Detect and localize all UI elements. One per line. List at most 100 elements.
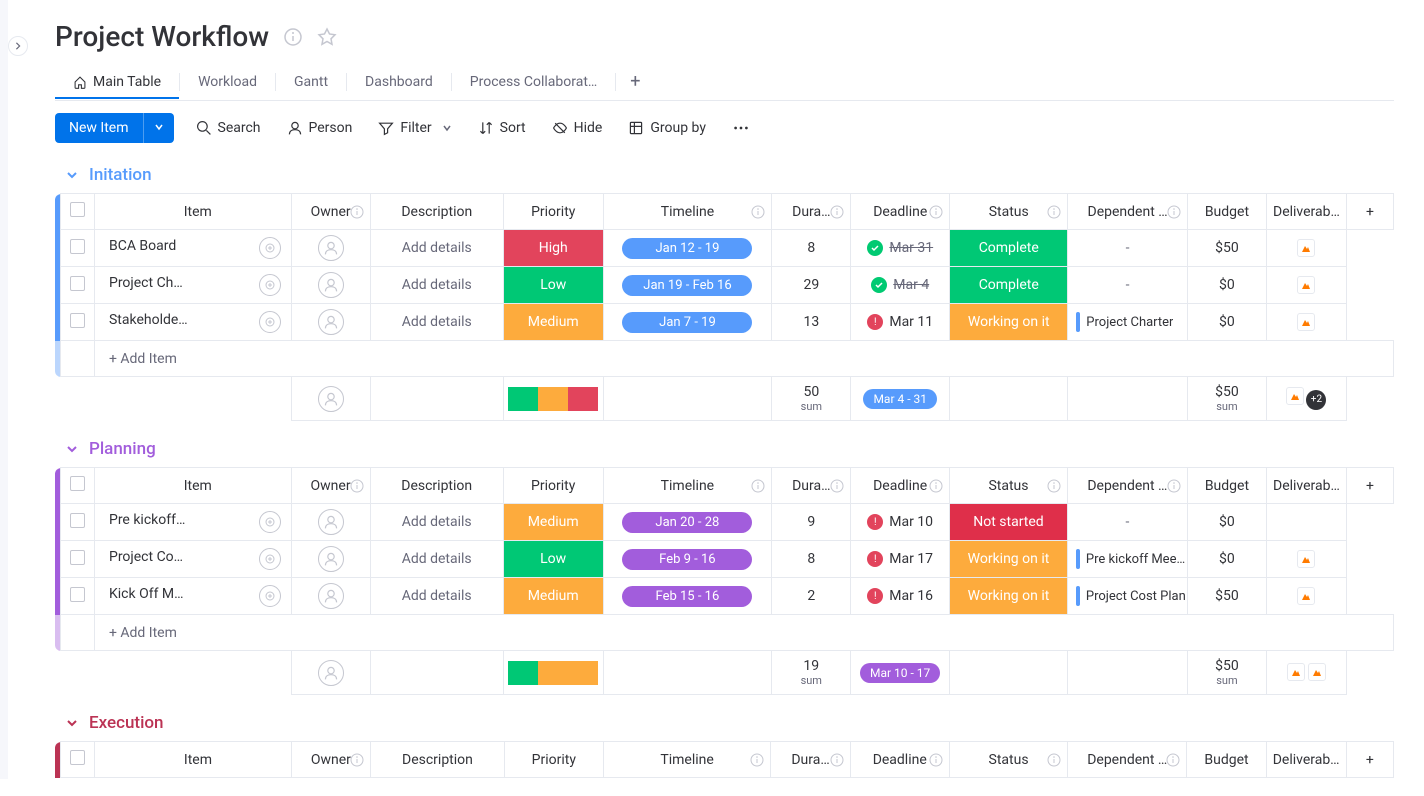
status-cell[interactable]: Working on it [950,578,1068,615]
col-budget[interactable]: Budget [1187,742,1266,778]
new-item-dropdown[interactable] [143,113,174,143]
row-checkbox[interactable] [70,313,85,328]
select-all-checkbox[interactable] [70,750,85,765]
col-duration[interactable]: Dura… [772,194,851,230]
priority-cell[interactable]: Low [503,541,603,578]
group-title[interactable]: Planning [89,439,156,459]
deadline-cell[interactable]: !Mar 17 [851,541,950,578]
col-dependent[interactable]: Dependent … [1068,742,1187,778]
avatar[interactable] [318,546,344,572]
col-description[interactable]: Description [370,468,503,504]
avatar[interactable] [318,583,344,609]
search-button[interactable]: Search [192,114,265,142]
priority-cell[interactable]: Medium [503,504,603,541]
col-budget[interactable]: Budget [1187,468,1266,504]
dependent-cell[interactable]: Project Cost Plan [1067,578,1187,615]
duration-cell[interactable]: 29 [772,267,851,304]
owner-cell[interactable] [291,504,370,541]
description-cell[interactable]: Add details [370,230,503,267]
deliverables-cell[interactable] [1267,578,1347,615]
priority-cell[interactable]: Medium [503,578,603,615]
deadline-cell[interactable]: Mar 31 [851,230,950,267]
status-cell[interactable]: Not started [950,504,1068,541]
tab-gantt[interactable]: Gantt [276,66,346,98]
description-cell[interactable]: Add details [370,541,503,578]
dependent-cell[interactable]: - [1068,230,1188,267]
duration-cell[interactable]: 9 [772,504,851,541]
col-priority[interactable]: Priority [504,742,603,778]
group-title[interactable]: Initation [89,165,152,185]
col-item[interactable]: Item [94,194,291,230]
status-cell[interactable]: Complete [950,230,1068,267]
col-item[interactable]: Item [95,742,292,778]
deadline-cell[interactable]: Mar 4 [851,267,950,304]
tab-workload[interactable]: Workload [180,66,275,98]
document-icon[interactable] [1286,387,1304,405]
col-deliverables[interactable]: Deliverab… [1267,468,1347,504]
timeline-cell[interactable]: Jan 19 - Feb 16 [603,267,772,304]
avatar[interactable] [318,309,344,335]
new-item-button[interactable]: New Item [55,113,143,143]
document-icon[interactable] [1297,276,1315,294]
expand-row-icon[interactable] [259,548,281,570]
description-cell[interactable]: Add details [370,578,503,615]
row-checkbox[interactable] [70,239,85,254]
item-name-cell[interactable]: Project Ch… [94,267,291,304]
select-all-checkbox[interactable] [70,202,85,217]
add-column-button[interactable]: + [1346,468,1393,504]
budget-cell[interactable]: $50 [1187,578,1266,615]
duration-cell[interactable]: 8 [772,541,851,578]
deadline-cell[interactable]: !Mar 10 [851,504,950,541]
row-checkbox[interactable] [70,587,85,602]
deadline-cell[interactable]: !Mar 11 [851,304,950,341]
description-cell[interactable]: Add details [370,504,503,541]
tab-dashboard[interactable]: Dashboard [347,66,451,98]
row-checkbox[interactable] [70,513,85,528]
add-item-button[interactable]: + Add Item [94,341,1393,377]
col-status[interactable]: Status [950,468,1068,504]
document-icon[interactable] [1297,550,1315,568]
col-description[interactable]: Description [370,194,503,230]
col-deadline[interactable]: Deadline [850,742,949,778]
col-deliverables[interactable]: Deliverab… [1267,194,1347,230]
document-icon[interactable] [1287,663,1305,681]
col-timeline[interactable]: Timeline [603,194,772,230]
deliverables-cell[interactable] [1267,504,1347,541]
item-name-cell[interactable]: BCA Board [94,230,291,267]
col-owner[interactable]: Owner [291,742,370,778]
add-column-button[interactable]: + [1346,194,1393,230]
more-button[interactable] [728,113,754,143]
deliverables-cell[interactable] [1267,230,1347,267]
expand-row-icon[interactable] [259,237,281,259]
deliverables-cell[interactable] [1267,267,1347,304]
priority-cell[interactable]: Low [503,267,603,304]
dependent-cell[interactable]: Pre kickoff Mee… [1067,541,1187,578]
col-timeline[interactable]: Timeline [603,468,772,504]
budget-cell[interactable]: $0 [1187,267,1266,304]
person-button[interactable]: Person [283,114,357,142]
dependent-cell[interactable]: - [1068,267,1188,304]
budget-cell[interactable]: $0 [1187,541,1266,578]
owner-cell[interactable] [291,304,370,341]
col-duration[interactable]: Dura… [772,468,851,504]
expand-row-icon[interactable] [259,311,281,333]
col-deadline[interactable]: Deadline [851,468,950,504]
group-title[interactable]: Execution [89,713,164,733]
col-priority[interactable]: Priority [503,468,603,504]
col-deadline[interactable]: Deadline [851,194,950,230]
col-duration[interactable]: Dura… [771,742,850,778]
col-dependent[interactable]: Dependent … [1067,468,1187,504]
col-budget[interactable]: Budget [1187,194,1266,230]
col-timeline[interactable]: Timeline [603,742,771,778]
avatar[interactable] [318,272,344,298]
expand-row-icon[interactable] [259,511,281,533]
chevron-down-icon[interactable] [63,166,81,184]
tab-process-collaborat-[interactable]: Process Collaborat… [452,66,616,98]
groupby-button[interactable]: Group by [624,114,710,142]
duration-cell[interactable]: 13 [772,304,851,341]
chevron-down-icon[interactable] [63,440,81,458]
chevron-down-icon[interactable] [63,714,81,732]
timeline-cell[interactable]: Jan 20 - 28 [603,504,772,541]
status-cell[interactable]: Working on it [950,304,1068,341]
deliverables-cell[interactable] [1267,541,1347,578]
